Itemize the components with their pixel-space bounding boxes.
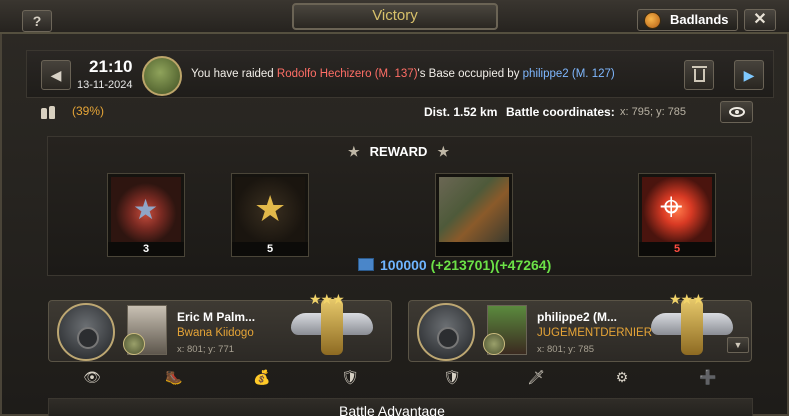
battle-coords-label: Battle coordinates:: [506, 105, 615, 119]
help-button[interactable]: ?: [22, 10, 52, 32]
reward-item-laurel[interactable]: 5: [231, 173, 309, 257]
rank-insignia-icon: ★★★: [649, 291, 735, 361]
gear-icon[interactable]: ⚙: [611, 366, 633, 388]
reward-item-medal[interactable]: 3: [107, 173, 185, 257]
battle-coords: x: 795; y: 785: [620, 106, 687, 118]
close-button[interactable]: ✕: [744, 9, 776, 31]
region-label: Badlands: [670, 12, 729, 27]
rank-insignia-icon: ★★★: [289, 291, 375, 361]
reward-count: 5: [639, 242, 715, 256]
shield-icon[interactable]: 🛡: [339, 366, 361, 388]
boot-icon[interactable]: 🥾: [163, 366, 185, 388]
next-report-button[interactable]: ▶: [734, 60, 764, 90]
player-coords: x: 801; y: 785: [537, 344, 595, 355]
reward-panel: ★ REWARD ★ 3 5 5 100000 (+213701)(+47264): [47, 136, 752, 276]
globe-icon: [644, 12, 661, 29]
reward-count: [436, 242, 512, 256]
star-icon: ★: [348, 144, 360, 159]
player-name[interactable]: Eric M Palm...: [177, 310, 255, 324]
target-icon: [642, 177, 712, 243]
battle-advantage-section[interactable]: Battle Advantage: [48, 398, 753, 416]
eye-icon: [729, 107, 745, 117]
resource-icon: [358, 258, 374, 271]
defender-card[interactable]: philippe2 (M... JUGEMENTDERNIER x: 801; …: [408, 291, 752, 362]
message-prefix: You have raided: [191, 68, 277, 80]
player-guild[interactable]: JUGEMENTDERNIER: [537, 327, 652, 339]
attacker-card[interactable]: Eric M Palm... Bwana Kiidogo x: 801; y: …: [48, 291, 392, 362]
loss-percent: (39%): [72, 104, 105, 118]
resource-gain-1: (+213701): [430, 257, 495, 273]
resource-gain-2: (+47264): [494, 257, 552, 273]
medal-star-icon: [111, 177, 181, 243]
player-name[interactable]: philippe2 (M...: [537, 310, 617, 324]
report-header: ◀ 21:10 13-11-2024 You have raided Rodol…: [26, 50, 774, 98]
battle-advantage-title: Battle Advantage: [339, 403, 445, 416]
soldier-avatar: [142, 56, 182, 96]
reward-count: 3: [108, 242, 184, 256]
resource-reward: 100000 (+213701)(+47264): [358, 257, 551, 273]
window-title: Victory: [292, 3, 498, 30]
previous-report-button[interactable]: ◀: [41, 60, 71, 90]
medkit-icon[interactable]: ➕: [697, 366, 719, 388]
eye-icon[interactable]: 👁: [81, 366, 103, 388]
view-location-button[interactable]: [720, 101, 753, 123]
reward-item-crate[interactable]: [435, 173, 513, 257]
supply-crate-icon: [439, 177, 509, 243]
message-middle: 's Base occupied by: [417, 68, 523, 80]
report-date: 13-11-2024: [77, 79, 133, 91]
report-time: 21:10: [89, 57, 133, 76]
target-player-link[interactable]: Rodolfo Hechizero (M. 137): [277, 68, 418, 80]
star-icon: ★: [437, 144, 450, 159]
occupier-player-link[interactable]: philippe2 (M. 127): [523, 68, 615, 80]
shield-icon[interactable]: 🛡: [441, 366, 463, 388]
attacker-actions: 👁 🥾 💰 🛡: [48, 364, 392, 390]
title-bar: ? Victory Badlands ✕: [0, 0, 789, 34]
delete-report-button[interactable]: [684, 60, 714, 90]
reward-item-target[interactable]: 5: [638, 173, 716, 257]
player-guild[interactable]: Bwana Kiidogo: [177, 327, 254, 339]
player-coords: x: 801; y: 771: [177, 344, 235, 355]
alliance-badge-icon: [483, 333, 505, 355]
distance: Dist. 1.52 km: [424, 105, 498, 119]
money-bag-icon[interactable]: 💰: [251, 366, 273, 388]
bottles-icon: [40, 103, 58, 119]
gasmask-portrait: [417, 303, 475, 361]
alliance-badge-icon: [123, 333, 145, 355]
gasmask-portrait: [57, 303, 115, 361]
trash-icon: [692, 66, 707, 68]
expand-down-button[interactable]: ▼: [727, 337, 749, 353]
sword-icon[interactable]: 🗡: [525, 366, 547, 388]
reward-header: ★ REWARD ★: [338, 144, 459, 160]
report-message: You have raided Rodolfo Hechizero (M. 13…: [191, 68, 615, 80]
defender-actions: 🛡 🗡 ⚙ ➕: [408, 364, 752, 390]
region-button[interactable]: Badlands: [637, 9, 738, 31]
battle-info-bar: (39%) Dist. 1.52 km Battle coordinates: …: [26, 101, 774, 123]
reward-count: 5: [232, 242, 308, 256]
laurel-star-icon: [235, 177, 305, 243]
resource-base: 100000: [380, 257, 427, 273]
reward-title: REWARD: [369, 144, 428, 159]
